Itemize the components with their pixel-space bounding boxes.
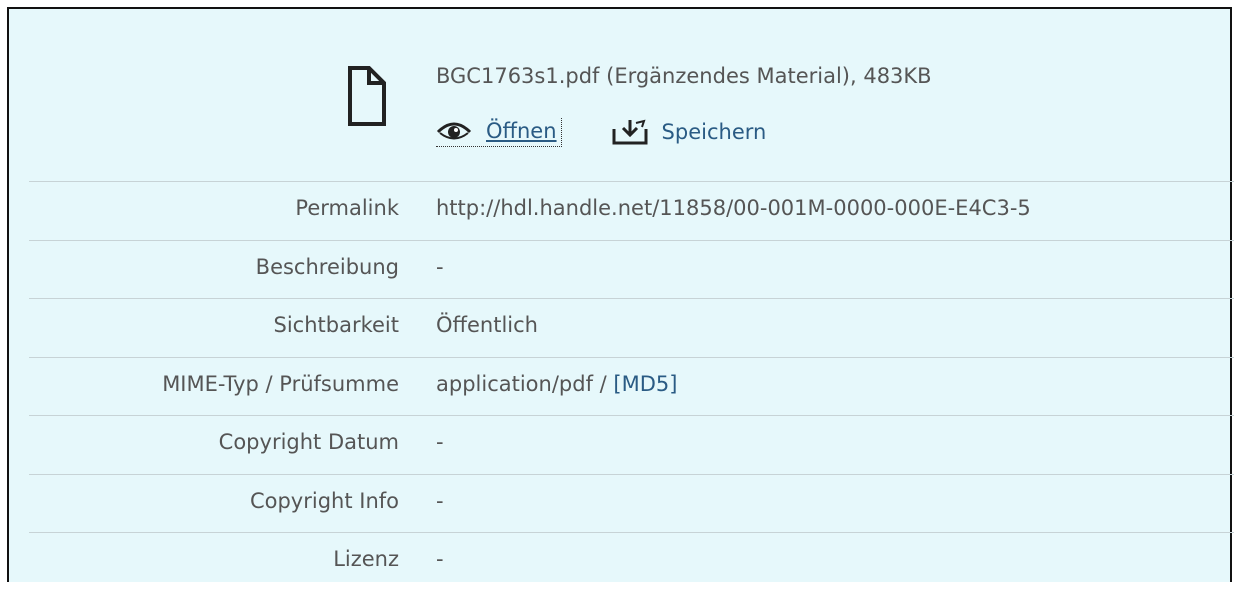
mime-label: MIME-Typ / Prüfsumme [162, 371, 399, 396]
detail-row-permalink: Permalink http://hdl.handle.net/11858/00… [29, 181, 1234, 240]
file-header: BGC1763s1.pdf (Ergänzendes Material), 48… [9, 9, 1230, 181]
description-value: - [436, 254, 444, 279]
detail-row-visibility: Sichtbarkeit Öffentlich [29, 298, 1234, 357]
eye-icon [436, 118, 472, 144]
detail-row-copyright-date: Copyright Datum - [29, 415, 1234, 474]
mime-type-text: application/pdf / [436, 371, 614, 396]
license-label: Lizenz [333, 547, 399, 571]
open-button[interactable]: Öffnen [436, 117, 562, 147]
detail-row-license: Lizenz - [29, 532, 1234, 591]
copyright-info-value: - [436, 488, 444, 513]
file-icon [347, 65, 387, 127]
copyright-date-label: Copyright Datum [218, 430, 399, 454]
mime-value: application/pdf / [MD5] [436, 372, 677, 396]
open-label: Öffnen [486, 118, 557, 143]
license-value: - [436, 547, 444, 571]
file-details-panel: BGC1763s1.pdf (Ergänzendes Material), 48… [7, 7, 1234, 582]
detail-row-copyright-info: Copyright Info - [29, 473, 1234, 533]
description-label: Beschreibung [255, 254, 399, 279]
copyright-date-value: - [436, 430, 444, 454]
save-button[interactable]: Speichern [612, 119, 767, 145]
download-icon [612, 119, 648, 145]
file-title: BGC1763s1.pdf (Ergänzendes Material), 48… [436, 64, 932, 88]
detail-row-description: Beschreibung - [29, 239, 1234, 299]
copyright-info-label: Copyright Info [249, 488, 399, 513]
details-table: Permalink http://hdl.handle.net/11858/00… [29, 181, 1234, 591]
permalink-link[interactable]: http://hdl.handle.net/11858/00-001M-0000… [436, 196, 1031, 220]
checksum-link[interactable]: [MD5] [613, 372, 677, 396]
file-actions: Öffnen Speichern [436, 112, 766, 152]
detail-row-mime: MIME-Typ / Prüfsumme application/pdf / [… [29, 356, 1234, 416]
save-label: Speichern [661, 120, 767, 144]
visibility-value: Öffentlich [436, 313, 538, 337]
permalink-label: Permalink [295, 196, 399, 220]
visibility-label: Sichtbarkeit [273, 313, 400, 337]
